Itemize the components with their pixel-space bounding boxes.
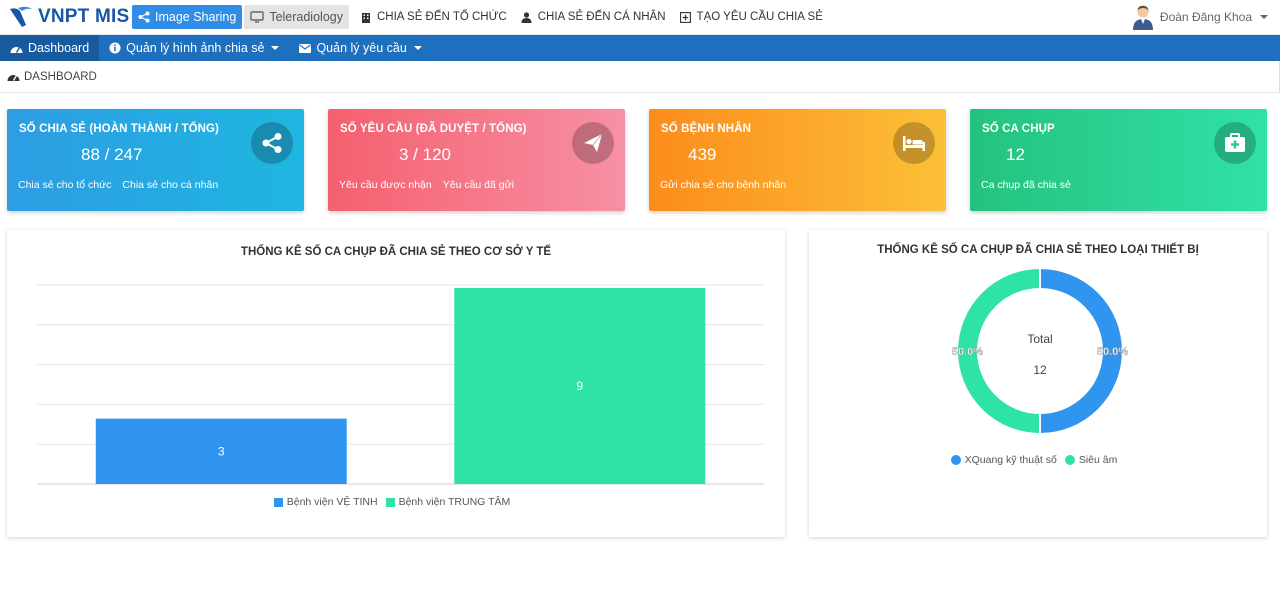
envelope-icon [299, 43, 312, 53]
slice-percent-label: 50.0% [952, 346, 983, 358]
card-value: 3 / 120 [399, 145, 451, 164]
donut-center-label: Total [1027, 332, 1052, 346]
link-share-organization[interactable]: Chia sẻ cho tổ chức [18, 179, 111, 191]
legend-label[interactable]: Bệnh viện TRUNG TÂM [399, 496, 511, 508]
share-icon [138, 11, 150, 23]
card-shares: SỐ CHIA SẺ (HOÀN THÀNH / TỔNG) 88 / 247 … [7, 109, 304, 211]
menu-label: CHIA SẺ ĐẾN CÁ NHÂN [537, 11, 666, 23]
info-icon [109, 42, 121, 54]
card-value: 12 [1006, 145, 1025, 164]
bar-value-label: 3 [218, 444, 225, 458]
legend-label[interactable]: Siêu âm [1079, 454, 1118, 466]
chevron-down-icon [271, 46, 280, 50]
paper-plane-icon [572, 122, 614, 164]
tab-label: Teleradiology [269, 10, 343, 24]
bar-chart: 39 [37, 284, 764, 485]
tab-teleradiology[interactable]: Teleradiology [244, 5, 349, 29]
main-navbar: Dashboard Quản lý hình ảnh chia sẻ Quản … [0, 35, 1280, 61]
bed-icon [893, 122, 935, 164]
link-share-to-patient[interactable]: Gửi chia sẻ cho bệnh nhân [660, 179, 786, 191]
tab-image-sharing[interactable]: Image Sharing [132, 5, 243, 29]
medkit-icon [1214, 122, 1256, 164]
top-header: VNPT MIS Image Sharing Teleradiology CHI… [0, 0, 1280, 35]
chart-legend: XQuang kỹ thuật số Siêu âm [809, 454, 1267, 466]
user-name: Đoàn Đăng Khoa [1159, 10, 1252, 24]
slice-percent-label: 50.0% [1097, 346, 1128, 358]
card-value: 88 / 247 [81, 145, 143, 164]
nav-label: Quản lý hình ảnh chia sẻ [126, 41, 265, 55]
donut-center-value: 12 [1033, 363, 1047, 377]
monitor-icon [250, 11, 265, 23]
donut-chart: 50.0% 50.0% Total 12 [952, 266, 1129, 436]
menu-label: CHIA SẺ ĐẾN TỔ CHỨC [376, 11, 507, 23]
nav-label: Quản lý yêu cầu [316, 41, 407, 55]
nav-label: Dashboard [28, 41, 90, 55]
menu-share-organization[interactable]: CHIA SẺ ĐẾN TỔ CHỨC [361, 11, 507, 23]
card-title: SỐ BỆNH NHÂN [661, 123, 752, 135]
dashboard-icon [7, 75, 20, 81]
nav-dashboard[interactable]: Dashboard [0, 35, 100, 61]
card-title: SỐ CHIA SẺ (HOÀN THÀNH / TỔNG) [19, 123, 219, 135]
nav-manage-shared-images[interactable]: Quản lý hình ảnh chia sẻ [99, 35, 289, 61]
chevron-down-icon [1260, 15, 1268, 19]
card-value: 439 [688, 145, 717, 164]
share-icon [251, 122, 293, 164]
link-share-individual[interactable]: Chia sẻ cho cá nhân [122, 179, 218, 191]
plus-square-icon [679, 11, 691, 23]
card-patients: SỐ BỆNH NHÂN 439 Gửi chia sẻ cho bệnh nh… [649, 109, 946, 211]
bar-value-label: 9 [576, 379, 583, 393]
legend-swatch [273, 497, 283, 507]
dashboard-icon [10, 46, 23, 53]
avatar [1132, 5, 1153, 30]
breadcrumb: DASHBOARD [0, 61, 1280, 93]
card-title: SỐ CA CHỤP [982, 123, 1055, 135]
card-studies: SỐ CA CHỤP 12 Ca chụp đã chia sẻ [970, 109, 1267, 211]
nav-manage-requests[interactable]: Quản lý yêu cầu [289, 35, 431, 61]
app-logo[interactable]: VNPT MIS [8, 5, 132, 29]
donut-chart-panel: THỐNG KÊ SỐ CA CHỤP ĐÃ CHIA SẺ THEO LOẠI… [809, 230, 1267, 537]
tab-label: Image Sharing [155, 10, 237, 24]
chevron-down-icon [413, 46, 422, 50]
chart-legend: Bệnh viện VỆ TINH Bệnh viện TRUNG TÂM [7, 496, 785, 508]
menu-label: TẠO YÊU CẦU CHIA SẺ [696, 11, 823, 23]
link-shared-studies[interactable]: Ca chụp đã chia sẻ [981, 179, 1071, 191]
legend-swatch [385, 497, 395, 507]
legend-dot [1064, 455, 1075, 465]
legend-dot [950, 455, 961, 465]
user-menu[interactable]: Đoàn Đăng Khoa [1132, 4, 1268, 30]
link-requests-received[interactable]: Yêu cầu được nhận [339, 179, 432, 191]
legend-label[interactable]: Bệnh viện VỆ TINH [287, 496, 378, 508]
link-requests-sent[interactable]: Yêu cầu đã gửi [443, 179, 514, 191]
menu-share-individual[interactable]: CHIA SẺ ĐẾN CÁ NHÂN [521, 11, 666, 23]
card-requests: SỐ YÊU CẦU (ĐÃ DUYỆT / TỔNG) 3 / 120 Yêu… [328, 109, 625, 211]
breadcrumb-text: DASHBOARD [24, 70, 97, 83]
legend-label[interactable]: XQuang kỹ thuật số [965, 454, 1057, 466]
building-icon [361, 12, 370, 23]
card-title: SỐ YÊU CẦU (ĐÃ DUYỆT / TỔNG) [340, 123, 527, 135]
menu-create-share-request[interactable]: TẠO YÊU CẦU CHIA SẺ [679, 11, 823, 23]
person-icon [521, 11, 532, 23]
app-name: VNPT MIS [38, 6, 130, 27]
bar-chart-panel: THỐNG KÊ SỐ CA CHỤP ĐÃ CHIA SẺ THEO CƠ S… [7, 230, 785, 537]
vnpt-logo-icon [10, 6, 32, 28]
